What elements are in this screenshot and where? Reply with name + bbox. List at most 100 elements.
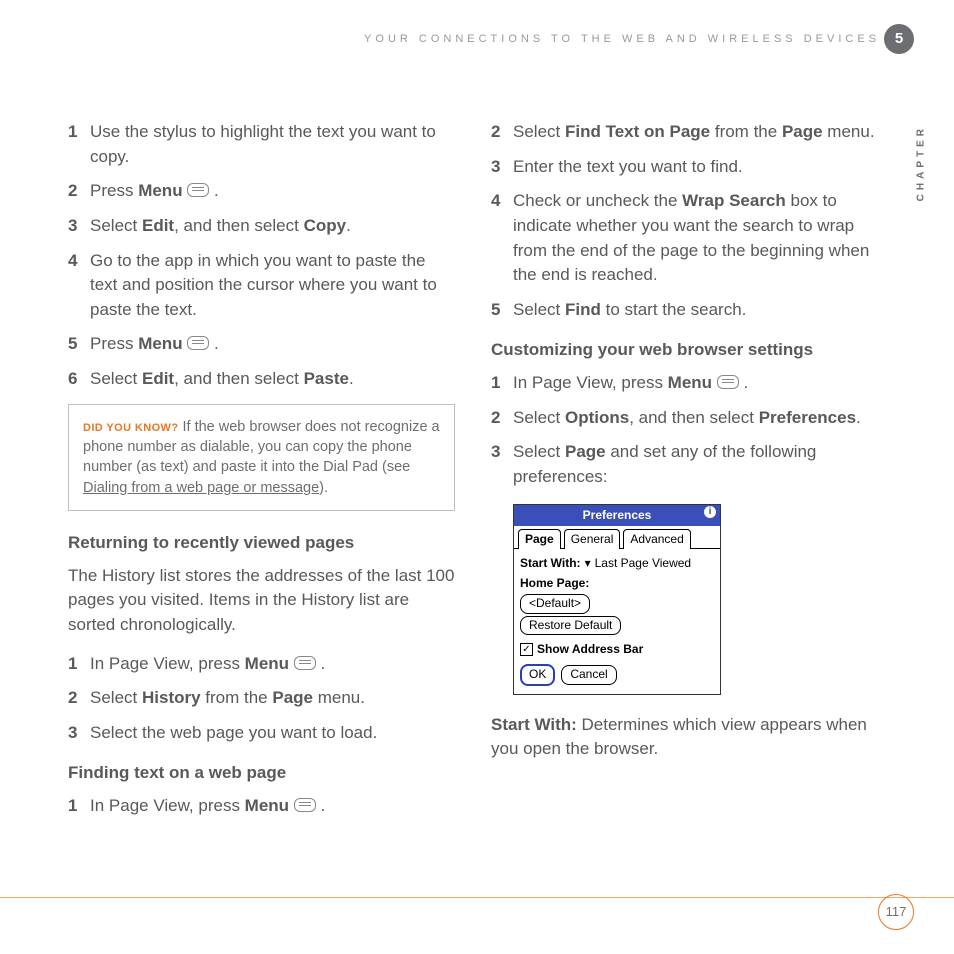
step-text: Select Page and set any of the following… (513, 440, 878, 489)
pref-tab-general[interactable]: General (564, 529, 621, 549)
left-column: 1Use the stylus to highlight the text yo… (68, 120, 455, 829)
step-text: Go to the app in which you want to paste… (90, 249, 455, 323)
bold-term: Menu (245, 796, 289, 815)
bold-term: Copy (304, 216, 347, 235)
step-number: 5 (491, 298, 513, 323)
heading-finding: Finding text on a web page (68, 761, 455, 786)
step-item: 3Enter the text you want to find. (491, 155, 878, 180)
bold-term: Menu (668, 373, 712, 392)
step-number: 2 (68, 686, 90, 711)
bold-term: Page (565, 442, 606, 461)
step-number: 2 (68, 179, 90, 204)
step-item: 2Select Find Text on Page from the Page … (491, 120, 878, 145)
step-number: 2 (491, 406, 513, 431)
menu-icon (717, 375, 739, 389)
home-page-field[interactable]: <Default> (520, 594, 590, 613)
step-number: 3 (491, 440, 513, 489)
step-text: Press Menu . (90, 179, 455, 204)
step-item: 2Select Options, and then select Prefere… (491, 406, 878, 431)
step-number: 2 (491, 120, 513, 145)
step-item: 6Select Edit, and then select Paste. (68, 367, 455, 392)
step-text: Enter the text you want to find. (513, 155, 878, 180)
bold-term: Menu (138, 334, 182, 353)
did-you-know-box: DID YOU KNOW? If the web browser does no… (68, 404, 455, 511)
tip-link[interactable]: Dialing from a web page or message (83, 480, 319, 496)
bold-term: Wrap Search (682, 191, 786, 210)
pref-tab-page[interactable]: Page (518, 529, 561, 549)
step-text: Select Options, and then select Preferen… (513, 406, 878, 431)
step-text: Use the stylus to highlight the text you… (90, 120, 455, 169)
bold-term: Options (565, 408, 629, 427)
ok-button[interactable]: OK (520, 664, 555, 685)
start-with-description: Start With: Determines which view appear… (491, 713, 878, 762)
bold-term: History (142, 688, 201, 707)
step-text: Select Find to start the search. (513, 298, 878, 323)
step-number: 3 (68, 214, 90, 239)
heading-returning: Returning to recently viewed pages (68, 531, 455, 556)
right-column: 2Select Find Text on Page from the Page … (491, 120, 878, 829)
restore-default-button[interactable]: Restore Default (520, 616, 621, 635)
step-item: 1In Page View, press Menu . (68, 794, 455, 819)
menu-icon (187, 336, 209, 350)
step-item: 4Check or uncheck the Wrap Search box to… (491, 189, 878, 288)
step-item: 5Select Find to start the search. (491, 298, 878, 323)
preferences-screenshot: Preferences i Page General Advanced Star… (513, 504, 721, 695)
step-text: Select History from the Page menu. (90, 686, 455, 711)
step-text: Select the web page you want to load. (90, 721, 455, 746)
step-item: 4Go to the app in which you want to past… (68, 249, 455, 323)
step-text: In Page View, press Menu . (90, 794, 455, 819)
dropdown-arrow-icon[interactable]: ▾ (585, 555, 591, 572)
step-text: Check or uncheck the Wrap Search box to … (513, 189, 878, 288)
running-head: YOUR CONNECTIONS TO THE WEB AND WIRELESS… (0, 32, 880, 48)
step-number: 3 (68, 721, 90, 746)
start-with-value[interactable]: Last Page Viewed (595, 555, 692, 572)
menu-icon (294, 656, 316, 670)
step-text: In Page View, press Menu . (513, 371, 878, 396)
menu-icon (187, 183, 209, 197)
step-item: 3Select Edit, and then select Copy. (68, 214, 455, 239)
info-icon: i (704, 506, 716, 518)
step-item: 1In Page View, press Menu . (68, 652, 455, 677)
step-text: Select Edit, and then select Copy. (90, 214, 455, 239)
step-number: 4 (491, 189, 513, 288)
step-text: Press Menu . (90, 332, 455, 357)
step-item: 2Press Menu . (68, 179, 455, 204)
start-with-term: Start With: (491, 715, 577, 734)
page-number-badge: 117 (878, 894, 914, 930)
bold-term: Find Text on Page (565, 122, 710, 141)
cancel-button[interactable]: Cancel (561, 665, 616, 684)
tip-body-after: ). (319, 480, 328, 496)
step-number: 1 (68, 652, 90, 677)
pref-title-text: Preferences (583, 508, 652, 522)
chapter-number-badge: 5 (884, 24, 914, 54)
heading-customizing: Customizing your web browser settings (491, 338, 878, 363)
pref-titlebar: Preferences i (514, 505, 720, 526)
tip-lead: DID YOU KNOW? (83, 422, 178, 434)
step-item: 3Select Page and set any of the followin… (491, 440, 878, 489)
step-item: 1In Page View, press Menu . (491, 371, 878, 396)
step-text: In Page View, press Menu . (90, 652, 455, 677)
step-number: 1 (68, 794, 90, 819)
bold-term: Preferences (759, 408, 856, 427)
bold-term: Menu (138, 181, 182, 200)
bold-term: Page (272, 688, 313, 707)
menu-icon (294, 798, 316, 812)
bold-term: Menu (245, 654, 289, 673)
bold-term: Find (565, 300, 601, 319)
pref-tab-advanced[interactable]: Advanced (623, 529, 690, 549)
step-text: Select Find Text on Page from the Page m… (513, 120, 878, 145)
step-number: 4 (68, 249, 90, 323)
step-item: 3Select the web page you want to load. (68, 721, 455, 746)
show-address-checkbox[interactable]: ✓ (520, 643, 533, 656)
step-number: 3 (491, 155, 513, 180)
step-number: 1 (68, 120, 90, 169)
bold-term: Page (782, 122, 823, 141)
bold-term: Edit (142, 216, 174, 235)
show-address-label: Show Address Bar (537, 641, 643, 658)
bold-term: Edit (142, 369, 174, 388)
step-item: 2Select History from the Page menu. (68, 686, 455, 711)
footer-rule (0, 897, 954, 898)
step-item: 1Use the stylus to highlight the text yo… (68, 120, 455, 169)
step-text: Select Edit, and then select Paste. (90, 367, 455, 392)
step-item: 5Press Menu . (68, 332, 455, 357)
